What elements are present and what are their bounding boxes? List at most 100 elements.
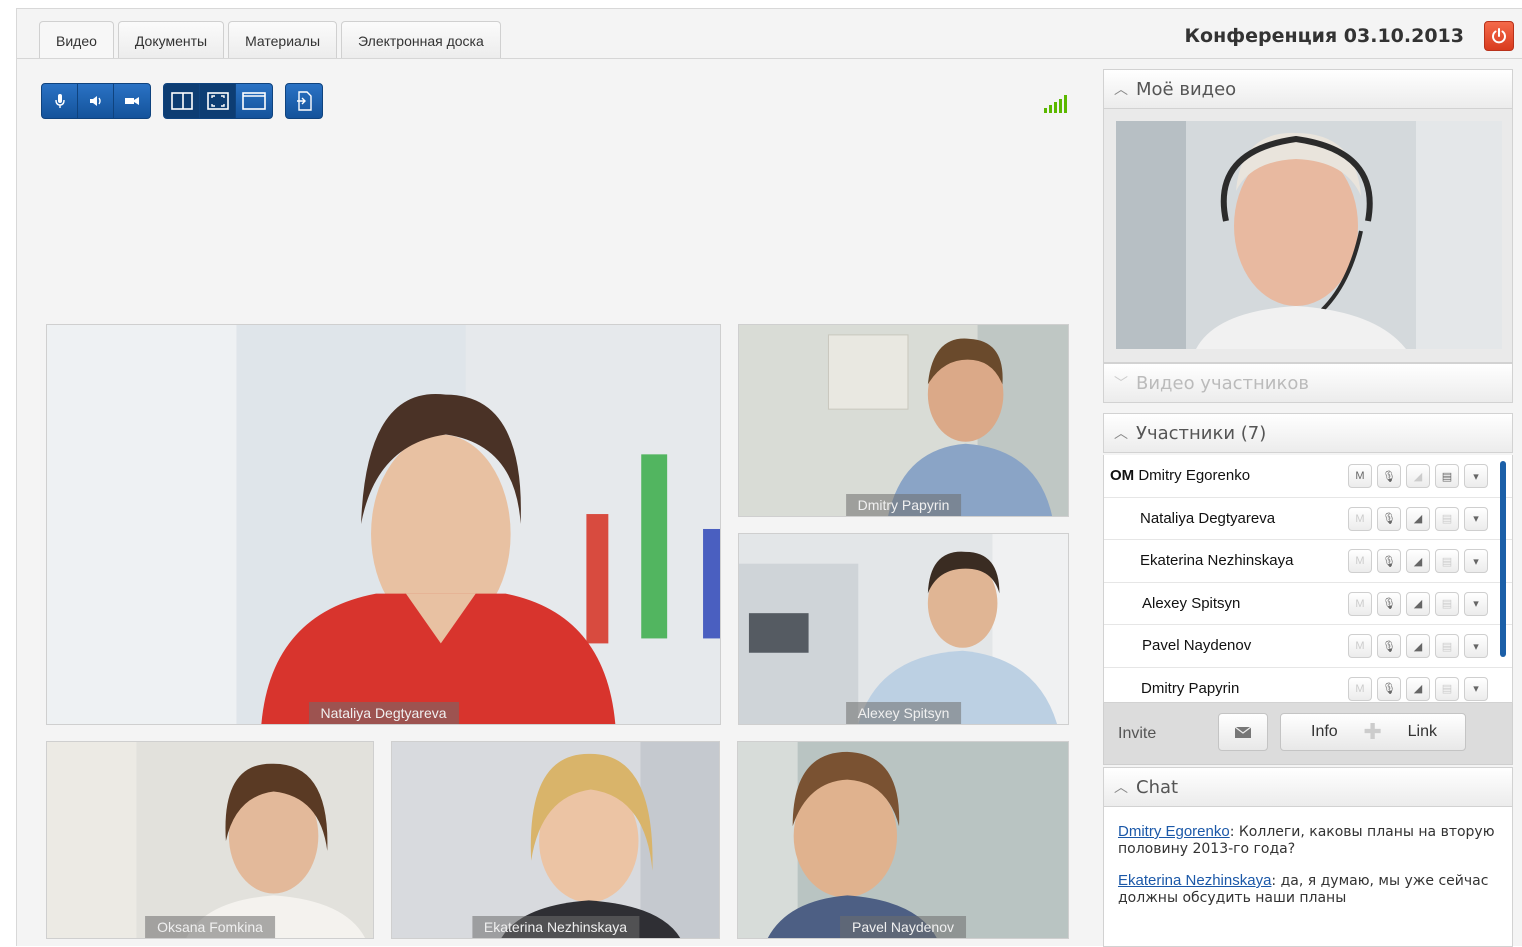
video-tile[interactable]: Ekaterina Nezhinskaya xyxy=(391,741,720,939)
participant-menu-button[interactable]: ▾ xyxy=(1464,506,1488,531)
screen-button[interactable]: ▤ xyxy=(1435,506,1459,531)
power-icon xyxy=(1492,28,1506,44)
exit-conference-button[interactable] xyxy=(1484,21,1514,51)
tab-documents[interactable]: Документы xyxy=(117,21,225,59)
layout-controls xyxy=(163,83,273,119)
microphone-icon: 🎙 xyxy=(1382,683,1396,695)
participants-header[interactable]: ︿ Участники (7) xyxy=(1103,413,1513,453)
organizer-marker: OM xyxy=(1110,467,1135,484)
tab-video[interactable]: Видео xyxy=(39,21,114,59)
participant-video-image xyxy=(47,742,373,938)
tab-bar: Видео Документы Материалы Электронная до… xyxy=(39,21,501,59)
conference-app: Видео Документы Материалы Электронная до… xyxy=(16,8,1522,947)
participant-row[interactable]: Nataliya Degtyareva M 🎙 ◢ ▤ ▾ xyxy=(1104,498,1512,540)
screen-button[interactable]: ▤ xyxy=(1435,634,1459,658)
volume-button[interactable]: ◢ xyxy=(1406,676,1430,701)
participant-video-image xyxy=(738,742,1068,938)
microphone-icon: 🎙 xyxy=(1382,640,1396,653)
participant-menu-button[interactable]: ▾ xyxy=(1464,464,1488,488)
microphone-icon: 🎙 xyxy=(1382,513,1396,525)
tab-whiteboard[interactable]: Электронная доска xyxy=(341,21,501,59)
single-layout-button[interactable] xyxy=(236,84,272,118)
participant-video-image xyxy=(739,325,1068,516)
participant-name: Nataliya Degtyareva xyxy=(1140,509,1276,527)
media-controls xyxy=(41,83,151,119)
video-tile[interactable]: Pavel Naydenov xyxy=(737,741,1069,939)
participant-menu-button[interactable]: ▾ xyxy=(1464,591,1488,616)
volume-level-icon: ◢ xyxy=(1413,598,1423,610)
plus-icon: ✚ xyxy=(1363,719,1382,744)
participants-scrollbar[interactable] xyxy=(1500,461,1506,657)
chat-author-link[interactable]: Ekaterina Nezhinskaya xyxy=(1118,872,1271,889)
video-tile-main[interactable]: Nataliya Degtyareva xyxy=(46,324,721,725)
volume-level-icon: ◢ xyxy=(1413,683,1423,695)
volume-level-icon: ◢ xyxy=(1413,555,1423,568)
participant-controls: M 🎙 ◢ ▤ ▾ xyxy=(1348,464,1488,488)
moderator-toggle[interactable]: M xyxy=(1348,591,1372,616)
screen-icon: ▤ xyxy=(1441,640,1453,653)
link-button[interactable]: Link xyxy=(1408,723,1437,741)
moderator-toggle[interactable]: M xyxy=(1348,676,1372,701)
video-tile[interactable]: Oksana Fomkina xyxy=(46,741,374,939)
participant-name-label: Nataliya Degtyareva xyxy=(308,702,459,724)
volume-button[interactable]: ◢ xyxy=(1406,549,1430,573)
envelope-icon xyxy=(1234,726,1252,738)
info-button[interactable]: Info xyxy=(1311,723,1338,741)
moderator-toggle[interactable]: M xyxy=(1348,464,1372,488)
fullscreen-icon xyxy=(206,92,229,110)
microphone-button[interactable] xyxy=(42,84,78,118)
moderator-toggle[interactable]: M xyxy=(1348,506,1372,531)
video-tile[interactable]: Alexey Spitsyn xyxy=(738,533,1069,725)
screen-button[interactable]: ▤ xyxy=(1435,464,1459,488)
volume-level-icon: ◢ xyxy=(1413,513,1423,525)
video-tile[interactable]: Dmitry Papyrin xyxy=(738,324,1069,517)
volume-button[interactable]: ◢ xyxy=(1406,506,1430,531)
moderator-toggle[interactable]: M xyxy=(1348,634,1372,658)
participant-menu-button[interactable]: ▾ xyxy=(1464,676,1488,701)
participant-row[interactable]: Ekaterina Nezhinskaya M 🎙 ◢ ▤ ▾ xyxy=(1104,540,1512,583)
fullscreen-button[interactable] xyxy=(200,84,236,118)
dropdown-arrow-icon: ▾ xyxy=(1473,640,1479,653)
participant-menu-button[interactable]: ▾ xyxy=(1464,634,1488,658)
volume-button[interactable]: ◢ xyxy=(1406,634,1430,658)
microphone-icon: 🎙 xyxy=(1382,555,1396,568)
participant-row[interactable]: Pavel Naydenov M 🎙 ◢ ▤ ▾ xyxy=(1104,625,1512,668)
volume-level-icon: ◢ xyxy=(1413,640,1423,653)
moderator-toggle[interactable]: M xyxy=(1348,549,1372,573)
section-title: Chat xyxy=(1136,777,1179,798)
dropdown-arrow-icon: ▾ xyxy=(1473,598,1479,610)
mute-mic-button[interactable]: 🎙 xyxy=(1377,591,1401,616)
invite-label: Invite xyxy=(1118,725,1157,742)
tab-materials[interactable]: Материалы xyxy=(228,21,338,59)
mute-mic-button[interactable]: 🎙 xyxy=(1377,506,1401,531)
mute-mic-button[interactable]: 🎙 xyxy=(1377,676,1401,701)
my-video-header[interactable]: ︿ Моё видео xyxy=(1103,69,1513,109)
screen-button[interactable]: ▤ xyxy=(1435,591,1459,616)
invite-email-button[interactable] xyxy=(1218,713,1268,751)
side-panel: ︿ Моё видео ﹀ Видео участников ︿ Участни… xyxy=(1103,69,1513,947)
participant-row[interactable]: Alexey Spitsyn M 🎙 ◢ ▤ ▾ xyxy=(1104,583,1512,625)
speaker-button[interactable] xyxy=(78,84,114,118)
mute-mic-button[interactable]: 🎙 xyxy=(1377,464,1401,488)
volume-button[interactable]: ◢ xyxy=(1406,591,1430,616)
participant-name-label: Pavel Naydenov xyxy=(840,916,966,938)
screen-icon: ▤ xyxy=(1441,470,1453,483)
participant-row[interactable]: OM Dmitry Egorenko M 🎙 ◢ ▤ ▾ xyxy=(1104,455,1512,498)
screen-button[interactable]: ▤ xyxy=(1435,676,1459,701)
chat-message: Dmitry Egorenko: Коллеги, каковы планы н… xyxy=(1118,823,1498,858)
conference-title: Конференция 03.10.2013 xyxy=(1184,25,1464,47)
document-share-icon xyxy=(297,91,312,111)
screen-button[interactable]: ▤ xyxy=(1435,549,1459,573)
participant-video-image xyxy=(739,534,1068,724)
mute-mic-button[interactable]: 🎙 xyxy=(1377,634,1401,658)
split-layout-button[interactable] xyxy=(164,84,200,118)
share-document-button[interactable] xyxy=(286,84,322,118)
chat-author-link[interactable]: Dmitry Egorenko xyxy=(1118,823,1230,840)
participant-menu-button[interactable]: ▾ xyxy=(1464,549,1488,573)
participant-row[interactable]: Dmitry Papyrin M 🎙 ◢ ▤ ▾ xyxy=(1104,668,1512,703)
chat-header[interactable]: ︿ Chat xyxy=(1103,767,1513,807)
participant-video-header[interactable]: ﹀ Видео участников xyxy=(1103,363,1513,403)
camera-button[interactable] xyxy=(114,84,150,118)
volume-button[interactable]: ◢ xyxy=(1406,464,1430,488)
mute-mic-button[interactable]: 🎙 xyxy=(1377,549,1401,573)
